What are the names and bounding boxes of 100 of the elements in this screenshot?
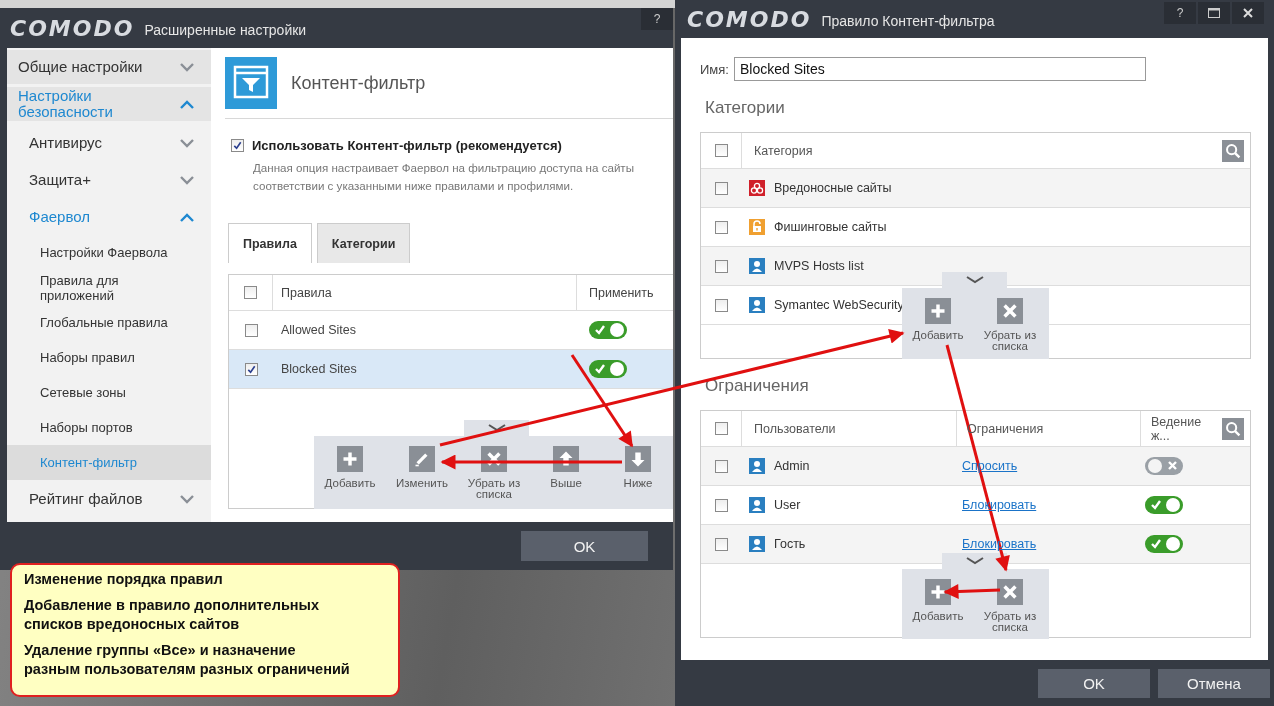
user-icon: [749, 497, 765, 513]
search-button[interactable]: [1222, 417, 1244, 440]
toggle-switch[interactable]: [1145, 457, 1183, 475]
checkbox[interactable]: [714, 498, 728, 512]
checkbox[interactable]: [231, 139, 244, 152]
cross-icon: [997, 579, 1023, 605]
name-field[interactable]: Blocked Sites: [733, 57, 1146, 81]
sidebar-label: Наборы правил: [40, 350, 135, 365]
toggle-switch[interactable]: [1145, 535, 1183, 553]
ok-button[interactable]: OK: [521, 531, 648, 561]
select-all-checkbox[interactable]: [714, 422, 728, 435]
checkbox[interactable]: [714, 181, 728, 195]
sidebar-label: Защита+: [29, 171, 91, 188]
checkbox[interactable]: [714, 259, 728, 273]
sidebar-label: Общие настройки: [18, 59, 143, 75]
pencil-icon: [409, 446, 435, 472]
ok-button[interactable]: OK: [1038, 668, 1150, 698]
toolbar-button[interactable]: Добавить: [314, 446, 386, 489]
chevron-down-icon: [486, 424, 507, 432]
column-header[interactable]: Категория: [754, 143, 813, 158]
toolbar-button[interactable]: Ниже: [602, 446, 673, 489]
sidebar-item[interactable]: Правила для приложений: [7, 270, 211, 305]
chevron-up-icon[interactable]: [179, 99, 195, 109]
sidebar-label: Глобальные правила: [40, 315, 168, 330]
toggle-switch[interactable]: [1145, 496, 1183, 514]
plus-icon: [925, 579, 951, 605]
checkbox[interactable]: [244, 362, 258, 376]
annotation-arrow: [943, 584, 1001, 599]
sidebar-label: Антивирус: [29, 134, 102, 151]
table-cell: User: [774, 498, 801, 512]
checkbox[interactable]: [714, 298, 728, 312]
cross-icon: [997, 298, 1023, 324]
checkbox[interactable]: [714, 459, 728, 473]
user-icon: [749, 536, 765, 552]
biohazard-icon: [749, 180, 765, 196]
sidebar-label: Рейтинг файлов: [29, 490, 143, 507]
note-text: Удаление группы «Все» и назначение разным пользователям разных ограничений: [24, 641, 351, 679]
chevron-down-icon[interactable]: [179, 137, 195, 148]
toggle-switch[interactable]: [589, 321, 627, 339]
tab[interactable]: Правила: [228, 223, 312, 263]
window-title: Расширенные настройки: [144, 22, 307, 38]
toolbar-button[interactable]: Убрать из списка: [974, 579, 1046, 633]
close-button[interactable]: [1232, 2, 1264, 24]
checkbox-label: Использовать Контент-фильтр (рекомендуется): [252, 138, 562, 153]
sidebar-label: Настройки безопасности: [18, 88, 114, 120]
sidebar-item[interactable]: Настройки Фаервола: [7, 235, 211, 270]
search-button[interactable]: [1222, 139, 1244, 162]
chevron-down-icon[interactable]: [179, 62, 195, 72]
checkbox[interactable]: [714, 537, 728, 551]
chevron-down-icon: [964, 276, 985, 284]
sidebar-label: Настройки Фаервола: [40, 245, 168, 260]
chevron-up-icon[interactable]: [179, 211, 195, 222]
table-cell: Symantec WebSecurity: [774, 298, 904, 312]
sidebar-item[interactable]: Сетевые зоны: [7, 375, 211, 410]
sidebar-item[interactable]: Рейтинг файлов: [7, 480, 211, 517]
toolbar-button[interactable]: Убрать из списка: [458, 446, 530, 500]
toolbar-button[interactable]: Выше: [530, 446, 602, 489]
toolbar-button[interactable]: Убрать из списка: [974, 298, 1046, 352]
checkbox[interactable]: [244, 323, 258, 337]
column-header[interactable]: Пользователи: [754, 421, 836, 436]
select-all-checkbox[interactable]: [244, 286, 257, 299]
chevron-down-icon[interactable]: [179, 493, 195, 504]
column-header[interactable]: Правила: [273, 285, 576, 300]
help-button[interactable]: ?: [1164, 2, 1196, 24]
tab[interactable]: Категории: [316, 223, 411, 263]
help-button[interactable]: ?: [641, 8, 673, 30]
sidebar-item[interactable]: Антивирус: [7, 124, 211, 161]
collapse-tab[interactable]: [942, 272, 1007, 288]
toolbar-button[interactable]: Изменить: [386, 446, 458, 489]
table-cell: Фишинговые сайты: [774, 220, 887, 234]
toolbar-button[interactable]: Добавить: [902, 579, 974, 622]
sidebar-label: Правила для приложений: [40, 272, 120, 303]
table-cell: Admin: [774, 459, 810, 473]
chevron-down-icon: [964, 557, 985, 565]
column-header[interactable]: Применить: [589, 285, 654, 300]
sidebar-item[interactable]: Защита+: [7, 161, 211, 198]
cancel-button[interactable]: Отмена: [1158, 668, 1270, 698]
sidebar-item[interactable]: Наборы портов: [7, 410, 211, 445]
checkbox[interactable]: [714, 220, 728, 234]
toggle-switch[interactable]: [589, 360, 627, 378]
maximize-button[interactable]: [1198, 2, 1230, 24]
chevron-down-icon[interactable]: [179, 174, 195, 185]
sidebar-item[interactable]: Общие настройки: [7, 50, 211, 84]
sidebar-item[interactable]: Глобальные правила: [7, 305, 211, 340]
user-icon: [749, 458, 765, 474]
table-row[interactable]: Blocked Sites: [229, 350, 673, 389]
sidebar-label: Фаервол: [29, 208, 90, 225]
toolbar-button[interactable]: Добавить: [902, 298, 974, 341]
sidebar-item[interactable]: Наборы правил: [7, 340, 211, 375]
select-all-checkbox[interactable]: [714, 144, 728, 157]
note-text: Добавление в правило дополнительных списков вредоносных сайтов: [24, 596, 320, 634]
table-cell-text: Blocked Sites: [280, 362, 358, 376]
sidebar-label: Наборы портов: [40, 420, 133, 435]
page-title: Контент-фильтр: [291, 72, 426, 94]
collapse-tab[interactable]: [942, 553, 1007, 569]
column-header[interactable]: Ведение ж...: [1151, 414, 1222, 443]
brand-logo: COMODO: [10, 15, 135, 41]
field-label: Имя:: [700, 61, 729, 77]
table-cell-text: Allowed Sites: [280, 323, 358, 337]
filter-icon: [225, 57, 277, 109]
